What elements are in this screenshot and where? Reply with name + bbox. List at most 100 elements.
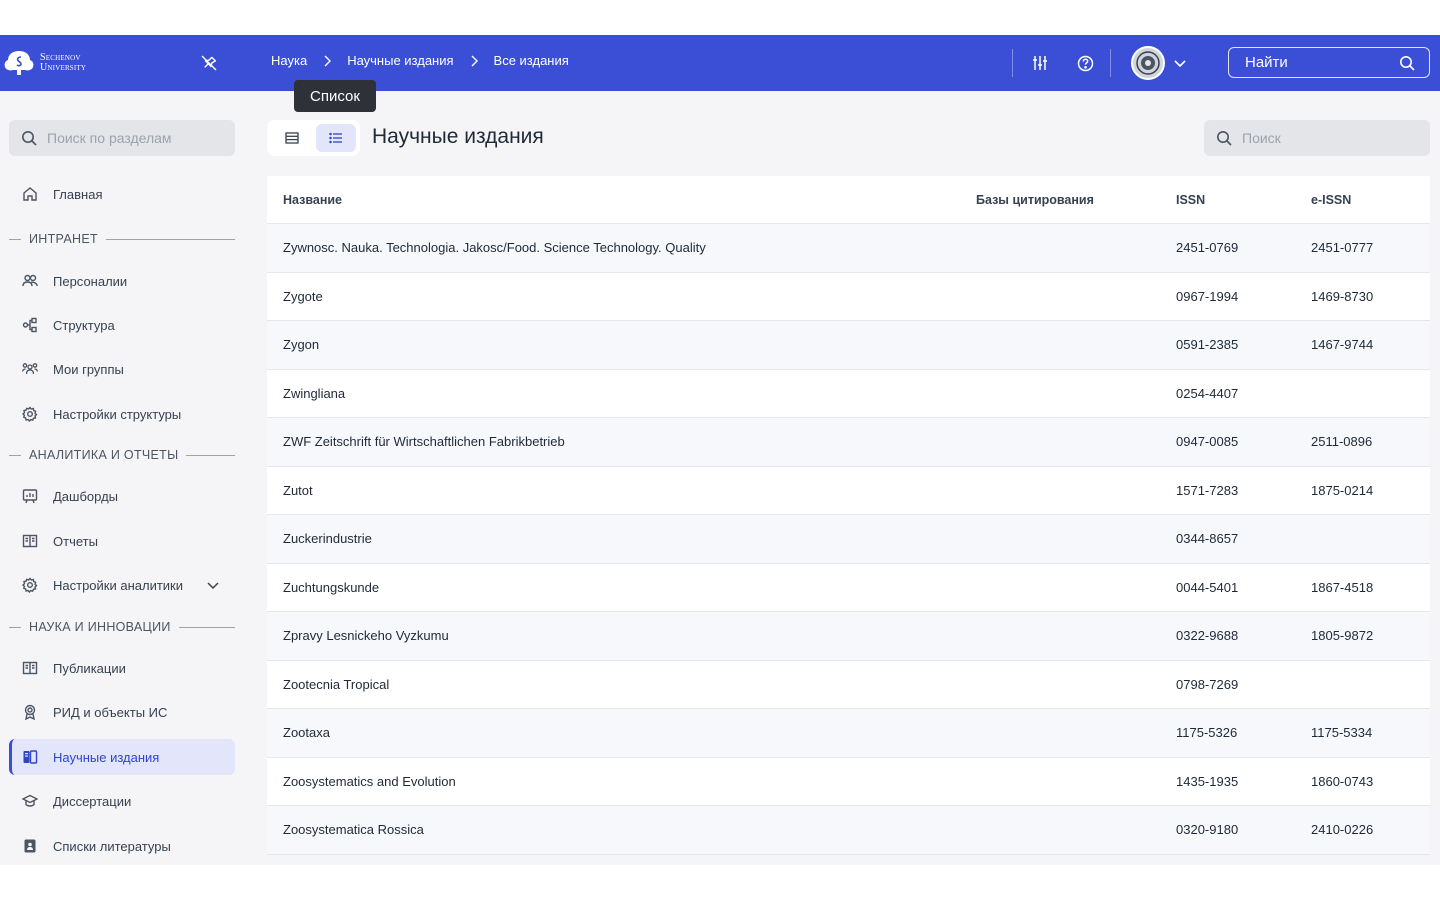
chevron-down-icon[interactable] — [205, 577, 221, 593]
breadcrumb-science[interactable]: Наука — [271, 53, 307, 68]
settings-sliders-icon[interactable] — [1030, 53, 1050, 73]
sidebar-item-journals[interactable]: Научные издания — [9, 739, 235, 775]
column-header-title[interactable]: Название — [283, 193, 342, 207]
university-logo[interactable]: Sechenov University — [4, 49, 86, 77]
page-title: Научные издания — [372, 125, 544, 148]
search-icon — [1217, 131, 1232, 146]
tooltip: Список — [294, 80, 376, 112]
section-title: АНАЛИТИКА И ОТЧЕТЫ — [29, 448, 179, 462]
journal-title-cell: Zuckerindustrie — [283, 531, 372, 547]
eissn-cell: 2451-0777 — [1311, 240, 1374, 256]
eissn-cell: 2511-0896 — [1311, 434, 1373, 450]
journals-table: Название Базы цитирования ISSN e-ISSN Zy… — [267, 176, 1430, 855]
unpin-sidebar-icon[interactable] — [200, 54, 218, 72]
sidebar-item-bibliography[interactable]: Списки литературы — [9, 828, 235, 864]
home-icon — [21, 185, 39, 203]
book-open-icon — [21, 659, 39, 677]
eissn-cell: 1867-4518 — [1311, 579, 1374, 595]
chevron-right-icon — [307, 55, 347, 67]
journal-title-cell: Zygote — [283, 288, 323, 304]
chevron-down-icon[interactable] — [1172, 55, 1188, 71]
eissn-cell: 1805-9872 — [1311, 628, 1374, 644]
issn-cell: 2451-0769 — [1176, 240, 1239, 256]
table-view-button[interactable] — [272, 124, 312, 152]
section-header-intranet: ИНТРАНЕТ — [9, 230, 235, 248]
journal-title-cell: Zootaxa — [283, 725, 330, 741]
sidebar-search-placeholder: Поиск по разделам — [47, 130, 172, 146]
sidebar-item-label: Отчеты — [53, 533, 98, 549]
sidebar-item-label: Настройки структуры — [53, 406, 182, 422]
issn-cell: 0947-0085 — [1176, 434, 1239, 450]
list-view-icon — [329, 132, 342, 144]
table-row[interactable]: Zoosystematica Rossica 0320-9180 2410-0226 — [267, 806, 1430, 855]
avatar[interactable] — [1131, 46, 1165, 80]
contact-book-icon — [21, 837, 39, 855]
table-row[interactable]: ZWF Zeitschrift für Wirtschaftlichen Fab… — [267, 418, 1430, 467]
journal-search-placeholder: Поиск — [1242, 130, 1281, 146]
top-bar: Sechenov University Наука Научные издани… — [0, 35, 1440, 91]
eissn-cell: 1469-8730 — [1311, 288, 1374, 304]
issn-cell: 0320-9180 — [1176, 822, 1239, 838]
table-header: Название Базы цитирования ISSN e-ISSN — [267, 176, 1430, 224]
list-view-button[interactable] — [316, 124, 356, 152]
column-header-citation-bases[interactable]: Базы цитирования — [976, 193, 1094, 207]
sidebar-item-label: Главная — [53, 186, 103, 202]
search-icon — [22, 131, 37, 146]
column-header-eissn[interactable]: e-ISSN — [1311, 193, 1351, 207]
sidebar-item-my-groups[interactable]: Мои группы — [9, 351, 235, 387]
users-icon — [21, 272, 39, 290]
sidebar-item-structure-settings[interactable]: Настройки структуры — [9, 396, 235, 432]
tree-logo-icon — [4, 51, 34, 75]
sidebar-search-input[interactable]: Поиск по разделам — [9, 120, 235, 156]
sidebar-item-analytics-settings[interactable]: Настройки аналитики — [9, 567, 235, 603]
chevron-right-icon — [454, 55, 494, 67]
sidebar-item-dashboards[interactable]: Дашборды — [9, 478, 235, 514]
table-row[interactable]: Zootaxa 1175-5326 1175-5334 — [267, 709, 1430, 758]
sidebar-item-personalities[interactable]: Персоналии — [9, 263, 235, 299]
eissn-cell: 1175-5334 — [1311, 725, 1373, 741]
column-header-issn[interactable]: ISSN — [1176, 193, 1205, 207]
table-row[interactable]: Zygon 0591-2385 1467-9744 — [267, 321, 1430, 370]
divider — [1012, 49, 1013, 77]
sidebar-item-label: Мои группы — [53, 361, 124, 377]
section-header-science: НАУКА И ИННОВАЦИИ — [9, 618, 235, 636]
issn-cell: 0591-2385 — [1176, 337, 1239, 353]
table-row[interactable]: Zuckerindustrie 0344-8657 — [267, 515, 1430, 564]
table-row[interactable]: Zpravy Lesnickeho Vyzkumu 0322-9688 1805-9… — [267, 612, 1430, 661]
table-row[interactable]: Zoosystematics and Evolution 1435-1935 186… — [267, 758, 1430, 806]
eissn-cell: 2410-0226 — [1311, 822, 1374, 838]
breadcrumb-journals[interactable]: Научные издания — [347, 53, 453, 68]
journal-title-cell: Zoosystematics and Evolution — [283, 773, 456, 789]
issn-cell: 0254-4407 — [1176, 385, 1239, 401]
sidebar-item-dissertations[interactable]: Диссертации — [9, 783, 235, 819]
view-toggle — [267, 120, 360, 156]
table-row[interactable]: Zygote 0967-1994 1469-8730 — [267, 273, 1430, 321]
journal-title-cell: Zutot — [283, 482, 313, 498]
sidebar-item-reports[interactable]: Отчеты — [9, 523, 235, 559]
journal-search-input[interactable]: Поиск — [1204, 120, 1430, 156]
issn-cell: 0044-5401 — [1176, 579, 1239, 595]
logo-line-2: University — [40, 62, 87, 73]
section-title: НАУКА И ИННОВАЦИИ — [29, 620, 171, 634]
table-row[interactable]: Zootecnia Tropical 0798-7269 — [267, 661, 1430, 709]
issn-cell: 0798-7269 — [1176, 676, 1239, 692]
sidebar-item-label: Настройки аналитики — [53, 577, 184, 593]
gear-icon — [21, 576, 39, 594]
dashboard-icon — [21, 487, 39, 505]
find-label: Найти — [1245, 54, 1288, 71]
table-row[interactable]: Zwingliana 0254-4407 — [267, 370, 1430, 418]
issn-cell: 0322-9688 — [1176, 628, 1239, 644]
help-icon[interactable] — [1075, 53, 1095, 73]
table-row[interactable]: Zutot 1571-7283 1875-0214 — [267, 467, 1430, 515]
sidebar-item-structure[interactable]: Структура — [9, 307, 235, 343]
sidebar-item-publications[interactable]: Публикации — [9, 650, 235, 686]
table-row[interactable]: Zuchtungskunde 0044-5401 1867-4518 — [267, 564, 1430, 612]
sidebar-item-label: РИД и объекты ИС — [53, 704, 168, 720]
breadcrumb-all-journals[interactable]: Все издания — [494, 53, 569, 68]
sidebar-item-label: Списки литературы — [53, 838, 171, 854]
sidebar-item-home[interactable]: Главная — [9, 176, 235, 212]
table-row[interactable]: Zywnosc. Nauka. Technologia. Jakosc/Food… — [267, 224, 1430, 273]
sidebar-item-label: Диссертации — [53, 793, 132, 809]
global-search-button[interactable]: Найти — [1228, 47, 1430, 78]
sidebar-item-rid[interactable]: РИД и объекты ИС — [9, 694, 235, 730]
